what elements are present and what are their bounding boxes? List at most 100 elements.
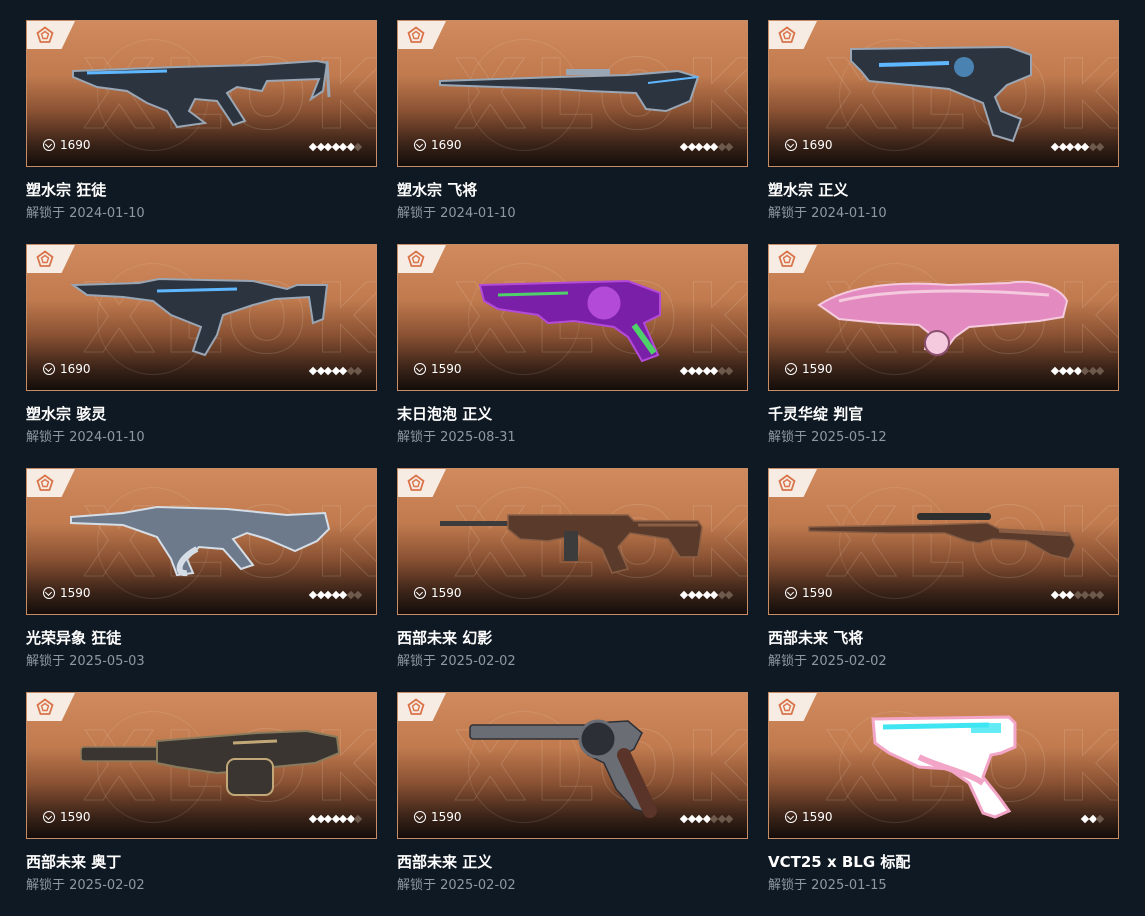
price: 1590 [414,362,462,376]
skin-card-10[interactable]: XLOK 1590 西部未来 奥丁 解锁于 2025-02-02 [26,692,377,916]
vp-currency-icon [43,811,55,823]
skin-preview[interactable]: XLOK 1590 [397,468,748,615]
vp-currency-icon [414,363,426,375]
tier-pentagon-icon [407,26,425,43]
skin-card-7[interactable]: XLOK 1590 光荣异象 狂徒 解锁于 2025-05-03 [26,468,377,692]
price-value: 1590 [60,586,91,600]
skin-name: 光荣异象 狂徒 [26,629,122,647]
skin-card-6[interactable]: XLOK 1590 千灵华绽 判官 解锁于 2025-05-12 [768,244,1119,468]
price: 1690 [43,362,91,376]
vp-currency-icon [43,363,55,375]
price-value: 1690 [60,138,91,152]
unlock-date: 解锁于 2024-01-10 [397,206,516,221]
price-value: 1590 [802,362,833,376]
skin-grid: XLOK 1690 塑水宗 狂徒 解锁于 2024-01-10 XLOK 169… [26,20,1119,916]
unlock-date: 解锁于 2024-01-10 [26,430,145,445]
unlock-date: 解锁于 2025-08-31 [397,430,516,445]
skin-card-5[interactable]: XLOK 1590 末日泡泡 正义 解锁于 2025-08-31 [397,244,748,468]
skin-card-11[interactable]: XLOK 1590 西部未来 正义 解锁于 2025-02-02 [397,692,748,916]
vp-currency-icon [785,363,797,375]
rarity-rating [308,366,363,376]
price: 1690 [785,138,833,152]
rarity-rating [1050,366,1105,376]
skin-preview[interactable]: XLOK 1590 [768,468,1119,615]
skin-preview[interactable]: XLOK 1590 [768,692,1119,839]
rating-pip [353,590,363,600]
rating-pip [1095,590,1105,600]
rarity-rating [308,590,363,600]
rarity-rating [308,142,363,152]
skin-name: VCT25 x BLG 标配 [768,853,911,871]
price: 1690 [414,138,462,152]
vp-currency-icon [414,139,426,151]
tier-pentagon-icon [778,698,796,715]
tier-pentagon-icon [407,474,425,491]
rarity-rating [1050,142,1105,152]
skin-preview[interactable]: XLOK 1590 [397,692,748,839]
price-value: 1690 [802,138,833,152]
skin-preview[interactable]: XLOK 1590 [26,692,377,839]
skin-name: 末日泡泡 正义 [397,405,493,423]
price-value: 1690 [60,362,91,376]
rating-pip [1095,814,1105,824]
price: 1690 [43,138,91,152]
rarity-rating [308,814,363,824]
rarity-rating [1080,814,1105,824]
rating-pip [724,814,734,824]
skin-card-9[interactable]: XLOK 1590 西部未来 飞将 解锁于 2025-02-02 [768,468,1119,692]
unlock-date: 解锁于 2025-02-02 [26,878,145,893]
vp-currency-icon [785,587,797,599]
tier-pentagon-icon [778,26,796,43]
skin-card-2[interactable]: XLOK 1690 塑水宗 飞将 解锁于 2024-01-10 [397,20,748,244]
tier-pentagon-icon [36,26,54,43]
skin-preview[interactable]: XLOK 1690 [26,20,377,167]
rarity-rating [679,590,734,600]
tier-pentagon-icon [36,250,54,267]
skin-preview[interactable]: XLOK 1590 [768,244,1119,391]
unlock-date: 解锁于 2024-01-10 [26,206,145,221]
price-value: 1590 [802,586,833,600]
unlock-date: 解锁于 2025-02-02 [397,654,516,669]
price-value: 1590 [60,810,91,824]
skin-name: 塑水宗 狂徒 [26,181,107,199]
skin-preview[interactable]: XLOK 1690 [768,20,1119,167]
rarity-rating [1050,590,1105,600]
price-value: 1590 [802,810,833,824]
rarity-rating [679,814,734,824]
skin-name: 西部未来 飞将 [768,629,864,647]
skin-name: 千灵华绽 判官 [768,405,864,423]
skin-card-1[interactable]: XLOK 1690 塑水宗 狂徒 解锁于 2024-01-10 [26,20,377,244]
rating-pip [724,366,734,376]
skin-name: 塑水宗 正义 [768,181,849,199]
skin-name: 西部未来 奥丁 [26,853,122,871]
price-value: 1590 [431,586,462,600]
tier-pentagon-icon [36,474,54,491]
skin-name: 西部未来 幻影 [397,629,493,647]
rating-pip [724,590,734,600]
price: 1590 [785,362,833,376]
vp-currency-icon [785,139,797,151]
price: 1590 [43,810,91,824]
vp-currency-icon [414,587,426,599]
skin-card-12[interactable]: XLOK 1590 VCT25 x BLG 标配 解锁于 2025-01-15 [768,692,1119,916]
tier-pentagon-icon [407,698,425,715]
skin-name: 塑水宗 飞将 [397,181,478,199]
rating-pip [353,366,363,376]
unlock-date: 解锁于 2025-05-03 [26,654,145,669]
tier-pentagon-icon [407,250,425,267]
unlock-date: 解锁于 2025-01-15 [768,878,887,893]
price: 1590 [414,810,462,824]
rating-pip [1095,142,1105,152]
rarity-rating [679,142,734,152]
skin-name: 塑水宗 骇灵 [26,405,107,423]
unlock-date: 解锁于 2025-05-12 [768,430,887,445]
skin-preview[interactable]: XLOK 1690 [26,244,377,391]
vp-currency-icon [43,139,55,151]
skin-card-8[interactable]: XLOK 1590 西部未来 幻影 解锁于 2025-02-02 [397,468,748,692]
price: 1590 [785,586,833,600]
skin-preview[interactable]: XLOK 1590 [397,244,748,391]
skin-card-3[interactable]: XLOK 1690 塑水宗 正义 解锁于 2024-01-10 [768,20,1119,244]
skin-preview[interactable]: XLOK 1690 [397,20,748,167]
skin-preview[interactable]: XLOK 1590 [26,468,377,615]
skin-card-4[interactable]: XLOK 1690 塑水宗 骇灵 解锁于 2024-01-10 [26,244,377,468]
